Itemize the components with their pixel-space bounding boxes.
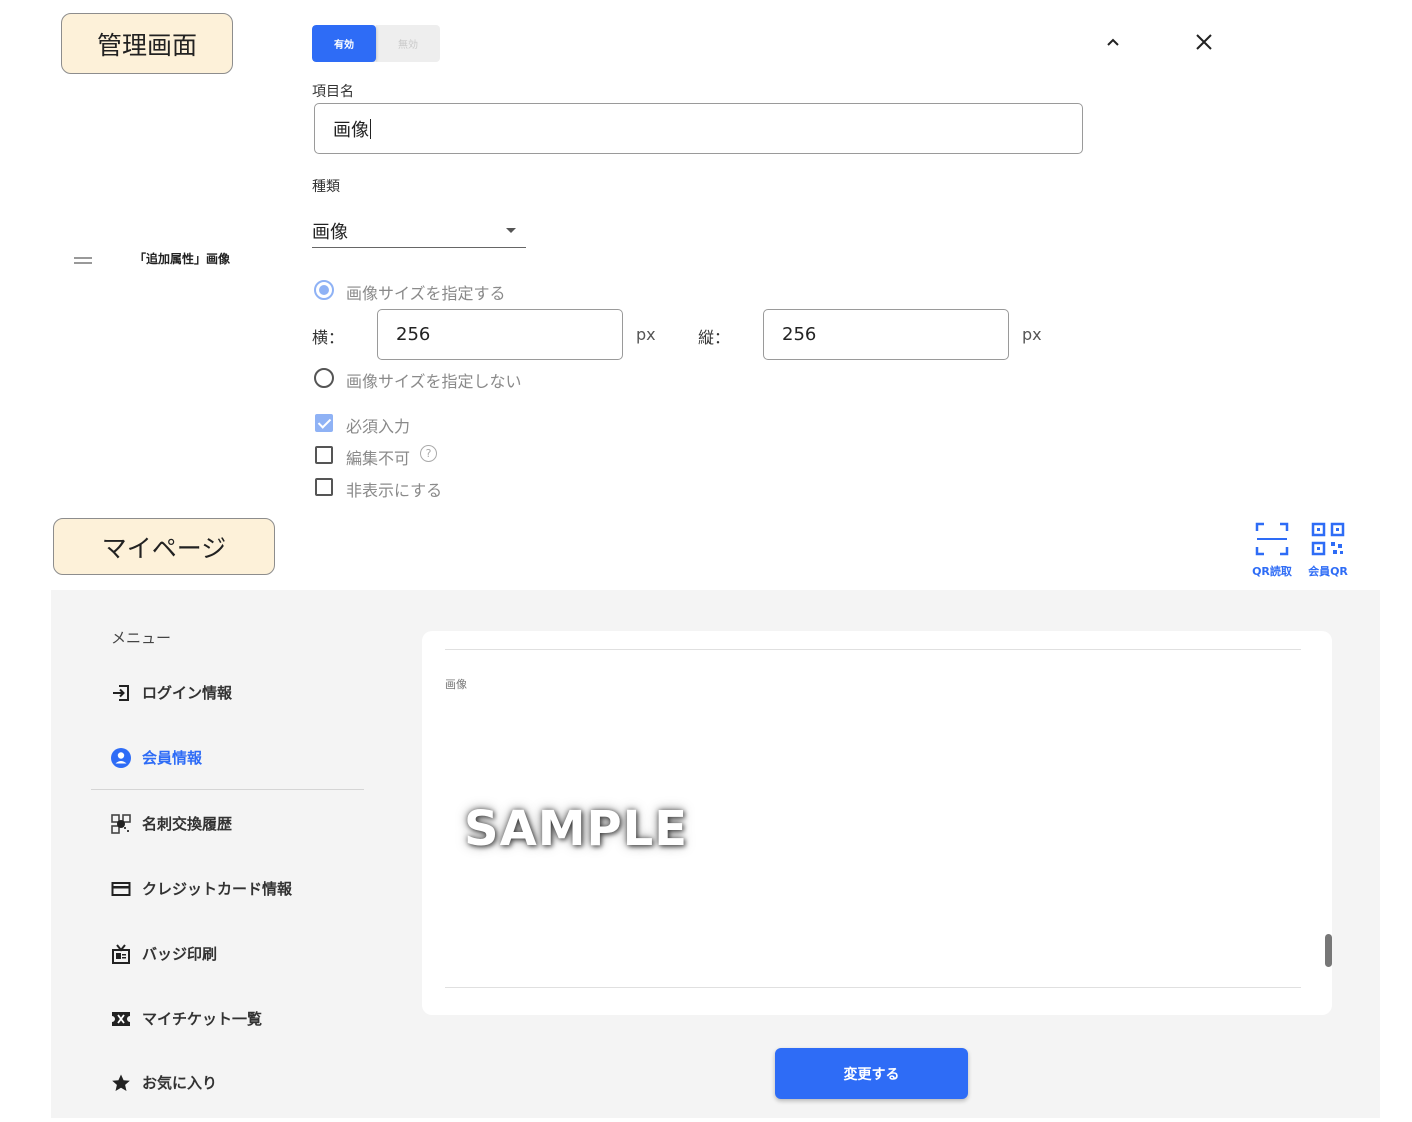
menu-item-badge-print[interactable]: バッジ印刷 xyxy=(111,943,217,964)
submit-button[interactable]: 変更する xyxy=(775,1048,968,1099)
sample-image: SAMPLE xyxy=(464,801,689,857)
card-exchange-icon xyxy=(111,813,131,834)
menu-item-my-tickets[interactable]: マイチケット一覧 xyxy=(111,1008,262,1029)
width-unit: px xyxy=(636,325,656,344)
type-label: 種類 xyxy=(312,179,340,195)
item-name-label: 項目名 xyxy=(312,84,354,100)
hidden-checkbox[interactable] xyxy=(315,478,333,496)
width-label: 横： xyxy=(312,328,345,347)
menu-title: メニュー xyxy=(111,629,172,647)
menu-item-credit-card[interactable]: クレジットカード情報 xyxy=(111,878,292,899)
width-value: 256 xyxy=(396,324,431,345)
qr-scan-icon xyxy=(1255,522,1289,556)
required-label: 必須入力 xyxy=(346,417,411,436)
height-value: 256 xyxy=(782,324,817,345)
close-icon[interactable] xyxy=(1193,31,1215,53)
qr-scan-button[interactable]: QR読取 xyxy=(1248,522,1296,579)
qr-code-icon xyxy=(1311,522,1345,556)
hidden-label: 非表示にする xyxy=(346,481,443,500)
chevron-up-icon[interactable] xyxy=(1103,32,1123,52)
ticket-icon xyxy=(111,1009,131,1029)
card-divider-bottom xyxy=(445,987,1301,988)
size-unspecified-radio[interactable] xyxy=(314,368,334,388)
type-select[interactable]: 画像 xyxy=(312,214,526,248)
card-divider-top xyxy=(445,649,1301,650)
member-info-card: 画像 SAMPLE xyxy=(422,631,1332,1015)
admin-section-label: 管理画面 xyxy=(61,13,233,74)
badge-icon xyxy=(111,943,131,964)
qr-scan-label: QR読取 xyxy=(1252,565,1292,578)
required-checkbox[interactable] xyxy=(315,414,333,432)
menu-item-label: 名刺交換履歴 xyxy=(142,815,233,833)
readonly-checkbox[interactable] xyxy=(315,446,333,464)
width-input[interactable]: 256 xyxy=(377,309,623,360)
star-icon xyxy=(111,1073,131,1093)
mypage-section-label: マイページ xyxy=(53,518,275,575)
credit-card-icon xyxy=(111,879,131,899)
menu-item-label: ログイン情報 xyxy=(142,684,233,702)
menu-item-label: バッジ印刷 xyxy=(142,945,218,963)
image-field-label: 画像 xyxy=(445,678,467,691)
help-icon[interactable]: ? xyxy=(420,445,437,462)
menu-item-label: 会員情報 xyxy=(142,749,203,767)
enabled-toggle[interactable]: 有効 無効 xyxy=(312,25,440,62)
toggle-enabled-option[interactable]: 有効 xyxy=(312,25,376,62)
menu-item-member-info[interactable]: 会員情報 xyxy=(111,747,202,768)
menu-item-label: クレジットカード情報 xyxy=(142,880,293,898)
dropdown-arrow-icon xyxy=(506,228,516,233)
menu-divider xyxy=(91,789,364,790)
member-qr-label: 会員QR xyxy=(1308,565,1348,578)
toggle-disabled-option[interactable]: 無効 xyxy=(376,25,440,62)
scrollbar-thumb[interactable] xyxy=(1325,934,1332,967)
menu-item-favorites[interactable]: お気に入り xyxy=(111,1072,217,1093)
size-specify-radio[interactable] xyxy=(314,280,334,300)
menu-item-login-info[interactable]: ログイン情報 xyxy=(111,682,232,703)
height-input[interactable]: 256 xyxy=(763,309,1009,360)
login-icon xyxy=(111,683,131,703)
size-unspecified-label: 画像サイズを指定しない xyxy=(346,372,522,391)
height-unit: px xyxy=(1022,325,1042,344)
menu-item-card-exchange[interactable]: 名刺交換履歴 xyxy=(111,813,232,834)
account-circle-icon xyxy=(111,747,131,768)
drag-handle-icon[interactable] xyxy=(74,257,92,264)
menu-item-label: マイチケット一覧 xyxy=(142,1010,263,1028)
member-qr-button[interactable]: 会員QR xyxy=(1304,522,1352,579)
type-select-value: 画像 xyxy=(312,221,348,243)
size-specify-label: 画像サイズを指定する xyxy=(346,284,506,303)
attribute-row-title: 「追加属性」画像 xyxy=(134,252,231,266)
item-name-value: 画像 xyxy=(333,119,369,141)
menu-item-label: お気に入り xyxy=(142,1074,218,1092)
readonly-label: 編集不可 xyxy=(346,449,411,468)
item-name-input[interactable]: 画像 xyxy=(314,103,1083,154)
height-label: 縦： xyxy=(698,328,731,347)
